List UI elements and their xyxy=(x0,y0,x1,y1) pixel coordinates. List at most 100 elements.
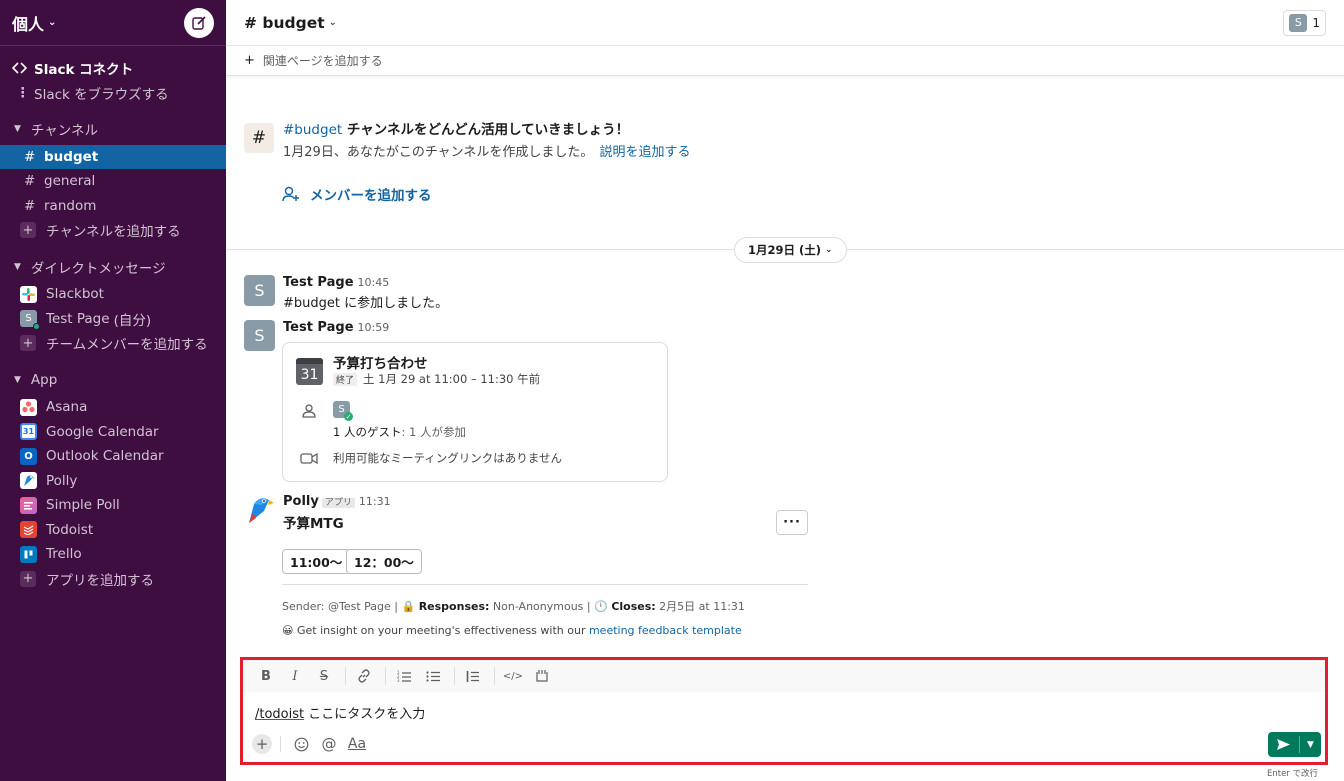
text-format-icon[interactable]: Aa xyxy=(345,733,369,755)
chevron-down-icon: ⌄ xyxy=(48,17,57,28)
message-text: #budget に参加しました。 xyxy=(283,296,449,311)
more-actions-button[interactable]: ··· xyxy=(776,510,808,535)
polly-avatar[interactable] xyxy=(244,494,275,525)
app-todoist[interactable]: Todoist xyxy=(0,518,226,543)
sidebar-channel-general[interactable]: # general xyxy=(0,169,226,194)
add-member-label: メンバーを追加する xyxy=(310,188,432,204)
dm-slackbot[interactable]: Slackbot xyxy=(0,282,226,307)
connect-icon xyxy=(12,62,32,74)
date-label: 1月29日 (土) xyxy=(748,243,822,257)
plus-icon[interactable]: + xyxy=(252,734,272,754)
add-app-button[interactable]: + アプリを追加する xyxy=(0,567,226,592)
calendar-icon: 31 xyxy=(296,358,323,385)
channel-link[interactable]: #budget xyxy=(283,122,342,138)
dm-test-page[interactable]: S Test Page (自分) xyxy=(0,307,226,332)
smile-emoji-icon: 😀 xyxy=(282,624,294,637)
dm-self-suffix: (自分) xyxy=(113,312,152,329)
polly-icon xyxy=(20,472,37,490)
ended-badge: 終了 xyxy=(333,372,358,386)
poll-option-button[interactable]: 11:00〜 xyxy=(282,549,351,574)
blockquote-icon[interactable] xyxy=(460,665,486,687)
trello-icon xyxy=(20,545,37,563)
link-icon[interactable] xyxy=(351,665,377,687)
intro-sub-text: 1月29日、あなたがこのチャンネルを作成しました。 xyxy=(283,145,594,160)
workspace-switcher[interactable]: 個人 ⌄ xyxy=(12,11,184,35)
channel-name: budget xyxy=(44,148,99,165)
app-simple-poll[interactable]: Simple Poll xyxy=(0,493,226,518)
add-member-button[interactable]: メンバーを追加する xyxy=(282,184,432,204)
intro-title-text: チャンネルをどんどん活用していきましょう！ xyxy=(342,122,630,138)
poll-insight: 😀 Get insight on your meeting's effectiv… xyxy=(282,624,742,637)
simple-poll-icon xyxy=(20,496,37,514)
avatar[interactable]: S ✓ xyxy=(333,401,353,421)
chevron-down-icon: ⌄ xyxy=(328,17,338,28)
date-divider-button[interactable]: 1月29日 (土) ⌄ xyxy=(734,237,847,263)
timestamp[interactable]: 11:31 xyxy=(359,495,391,508)
app-google-calendar[interactable]: 31 Google Calendar xyxy=(0,420,226,445)
avatar[interactable]: S xyxy=(244,275,275,306)
caret-down-icon: ▼ xyxy=(14,124,21,135)
message-polly: Polly アプリ 11:31 予算MTG xyxy=(244,494,391,532)
calendar-day: 31 xyxy=(300,367,319,383)
add-description-link[interactable]: 説明を追加する xyxy=(599,145,690,160)
sidebar-item-browse[interactable]: ⋮ Slack をブラウズする xyxy=(0,81,226,106)
event-time: 終了 土 1月 29 at 11:00 – 11:30 午前 xyxy=(333,371,540,387)
emoji-icon[interactable] xyxy=(289,733,313,755)
formatting-toolbar: B I S 123 </> xyxy=(243,660,1325,692)
poll-option-button[interactable]: 12：00〜 xyxy=(346,549,422,574)
meta-label: Closes: xyxy=(611,600,656,613)
bulleted-list-icon[interactable] xyxy=(420,665,446,687)
strikethrough-icon[interactable]: S xyxy=(311,665,337,687)
add-person-icon xyxy=(282,186,299,202)
message-input[interactable]: /todoist ここにタスクを入力 xyxy=(255,703,425,722)
sender-name[interactable]: Polly xyxy=(283,494,319,509)
sidebar-channel-random[interactable]: # random xyxy=(0,194,226,219)
workspace-name: 個人 xyxy=(12,14,45,34)
add-channel-button[interactable]: + チャンネルを追加する xyxy=(0,218,226,243)
section-dm[interactable]: ▼ ダイレクトメッセージ xyxy=(0,255,226,280)
sender-name[interactable]: Test Page xyxy=(283,275,354,290)
bold-icon[interactable]: B xyxy=(253,665,279,687)
avatar[interactable]: S xyxy=(244,320,275,351)
app-polly[interactable]: Polly xyxy=(0,469,226,494)
channel-name: random xyxy=(44,197,97,214)
sidebar-channel-budget[interactable]: # budget xyxy=(0,144,226,169)
send-icon xyxy=(1277,739,1290,750)
app-name: Outlook Calendar xyxy=(46,448,164,465)
compose-icon xyxy=(192,15,206,30)
code-icon[interactable]: </> xyxy=(500,665,526,687)
online-status-icon xyxy=(33,323,40,331)
send-button[interactable] xyxy=(1268,732,1299,757)
sidebar: 個人 ⌄ Slack コネクト ⋮ Slack をブラウズする ▼ チャンネル … xyxy=(0,0,226,781)
intro-title: #budget チャンネルをどんどん活用していきましょう！ xyxy=(283,118,690,138)
ordered-list-icon[interactable]: 123 xyxy=(391,665,417,687)
app-trello[interactable]: Trello xyxy=(0,542,226,567)
schedule-send-button[interactable]: ▼ xyxy=(1300,732,1321,757)
guest-summary: 1 人のゲスト: 1 人が参加 xyxy=(333,424,466,440)
section-apps[interactable]: ▼ App xyxy=(0,368,226,393)
chevron-down-icon: ⌄ xyxy=(825,245,833,255)
timestamp[interactable]: 10:45 xyxy=(358,276,390,289)
timestamp[interactable]: 10:59 xyxy=(358,321,390,334)
add-bookmark-link[interactable]: 関連ページを追加する xyxy=(263,52,383,69)
members-button[interactable]: S 1 xyxy=(1283,9,1326,36)
compose-button[interactable] xyxy=(184,7,214,38)
feedback-template-link[interactable]: meeting feedback template xyxy=(589,624,742,637)
mention-icon[interactable]: @ xyxy=(317,733,341,755)
italic-icon[interactable]: I xyxy=(282,665,308,687)
poll-meta: Sender: @Test Page | 🔒 Responses: Non-An… xyxy=(282,598,745,614)
sidebar-item-connect[interactable]: Slack コネクト xyxy=(0,56,226,81)
meta-value: 2月5日 at 11:31 xyxy=(655,600,745,613)
channel-header: # budget ⌄ S 1 xyxy=(226,0,1344,46)
sender-name[interactable]: Test Page xyxy=(283,320,354,335)
slackbot-icon xyxy=(20,285,37,303)
section-channels[interactable]: ▼ チャンネル xyxy=(0,117,226,142)
add-teammember-button[interactable]: + チームメンバーを追加する xyxy=(0,331,226,356)
app-outlook-calendar[interactable]: O Outlook Calendar xyxy=(0,444,226,469)
todoist-icon xyxy=(20,521,37,539)
app-asana[interactable]: Asana xyxy=(0,395,226,420)
app-badge: アプリ xyxy=(321,498,355,508)
code-block-icon[interactable] xyxy=(529,665,555,687)
channel-title-button[interactable]: # budget ⌄ xyxy=(244,14,1283,32)
chevron-down-icon: ▼ xyxy=(1307,739,1314,750)
